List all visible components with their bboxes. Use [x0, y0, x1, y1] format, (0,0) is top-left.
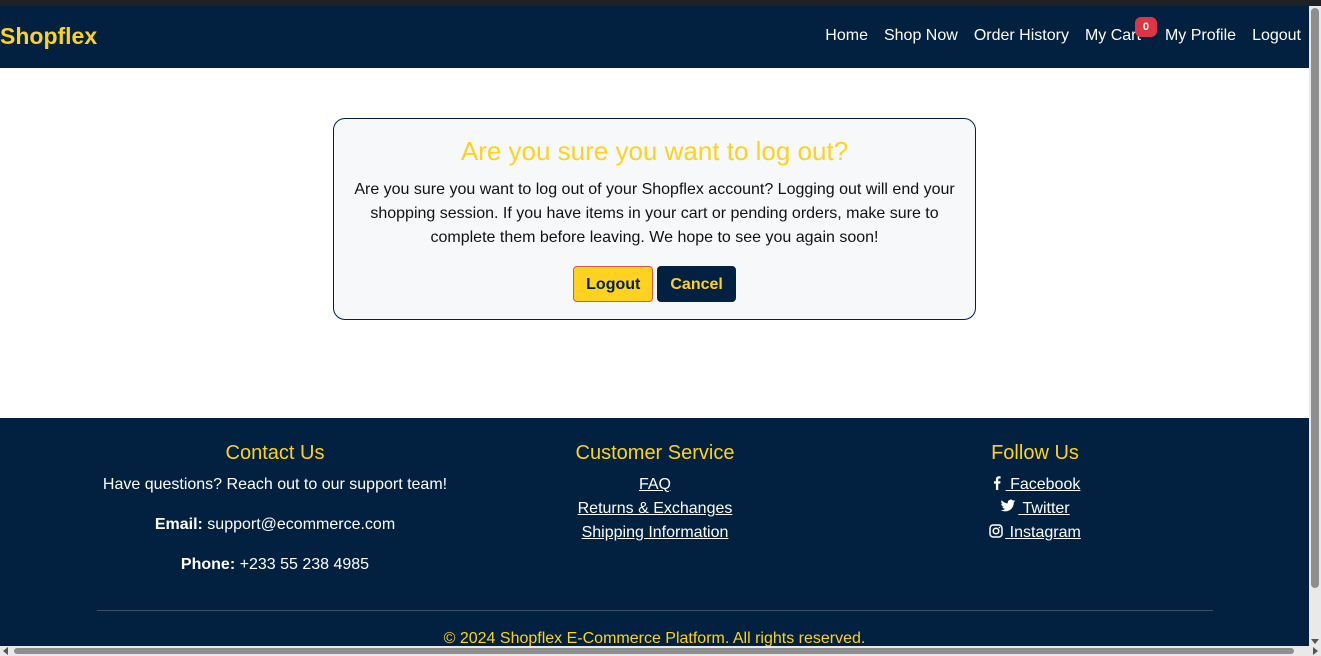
vertical-scrollbar[interactable] [1309, 6, 1321, 646]
vertical-scrollbar-thumb[interactable] [1311, 8, 1319, 588]
footer-copyright: © 2024 Shopflex E-Commerce Platform. All… [443, 630, 866, 646]
cart-count-badge: 0 [1134, 17, 1157, 37]
footer-contact-tagline: Have questions? Reach out to our support… [102, 476, 448, 493]
footer-contact-heading: Contact Us [225, 442, 325, 464]
instagram-label: Instagram [1005, 524, 1081, 541]
facebook-label: Facebook [1005, 476, 1081, 493]
nav-shop-now[interactable]: Shop Now [884, 27, 958, 45]
nav-logout[interactable]: Logout [1252, 27, 1301, 45]
horizontal-scrollbar[interactable] [0, 646, 1321, 656]
phone-value: +233 55 238 4985 [239, 556, 370, 573]
footer-service-heading: Customer Service [575, 442, 735, 464]
cancel-button[interactable]: Cancel [657, 266, 736, 302]
page: Shopflex Home Shop Now Order History My … [0, 6, 1309, 646]
logout-confirm-title: Are you sure you want to log out? [460, 136, 849, 166]
footer-contact-phone: Phone: +233 55 238 4985 [95, 553, 455, 577]
twitter-icon [1001, 499, 1016, 512]
facebook-icon [993, 476, 1001, 490]
twitter-label: Twitter [1018, 500, 1070, 517]
horizontal-scrollbar-thumb[interactable] [14, 648, 1294, 654]
footer-customer-service: Customer Service FAQ Returns & Exchanges… [495, 442, 815, 545]
scroll-right-arrow-icon[interactable] [1313, 647, 1318, 655]
phone-label: Phone: [180, 556, 236, 573]
shipping-information-link[interactable]: Shipping Information [495, 521, 815, 545]
nav-my-cart[interactable]: My Cart 0 [1084, 17, 1157, 45]
footer-contact: Contact Us Have questions? Reach out to … [95, 442, 455, 577]
navbar: Shopflex Home Shop Now Order History My … [0, 6, 1309, 68]
nav-order-history[interactable]: Order History [974, 27, 1069, 45]
nav-my-cart-label: My Cart [1084, 27, 1141, 44]
instagram-icon [989, 524, 1003, 538]
footer: Contact Us Have questions? Reach out to … [0, 418, 1309, 646]
footer-contact-email: Email: support@ecommerce.com [95, 513, 455, 537]
nav-my-profile[interactable]: My Profile [1165, 27, 1236, 45]
facebook-link[interactable]: Facebook [875, 473, 1195, 497]
scroll-down-arrow-icon[interactable] [1311, 639, 1319, 644]
logout-confirm-message: Are you sure you want to log out of your… [354, 181, 955, 246]
returns-exchanges-link[interactable]: Returns & Exchanges [495, 497, 815, 521]
logout-confirm-actions: Logout Cancel [334, 266, 975, 302]
email-label: Email: [154, 516, 203, 533]
faq-link[interactable]: FAQ [495, 473, 815, 497]
scroll-left-arrow-icon[interactable] [3, 647, 8, 655]
nav-home[interactable]: Home [825, 27, 868, 45]
email-value: support@ecommerce.com [207, 516, 396, 533]
footer-follow-us: Follow Us Facebook Twitter Instagram [875, 442, 1195, 545]
logout-button[interactable]: Logout [573, 266, 654, 302]
twitter-link[interactable]: Twitter [875, 497, 1195, 521]
nav-links: Home Shop Now Order History My Cart 0 My… [809, 17, 1301, 45]
brand-logo[interactable]: Shopflex [0, 23, 97, 50]
logout-confirm-card: Are you sure you want to log out? Are yo… [333, 118, 976, 320]
footer-divider [97, 610, 1213, 611]
instagram-link[interactable]: Instagram [875, 521, 1195, 545]
footer-follow-heading: Follow Us [991, 442, 1079, 464]
